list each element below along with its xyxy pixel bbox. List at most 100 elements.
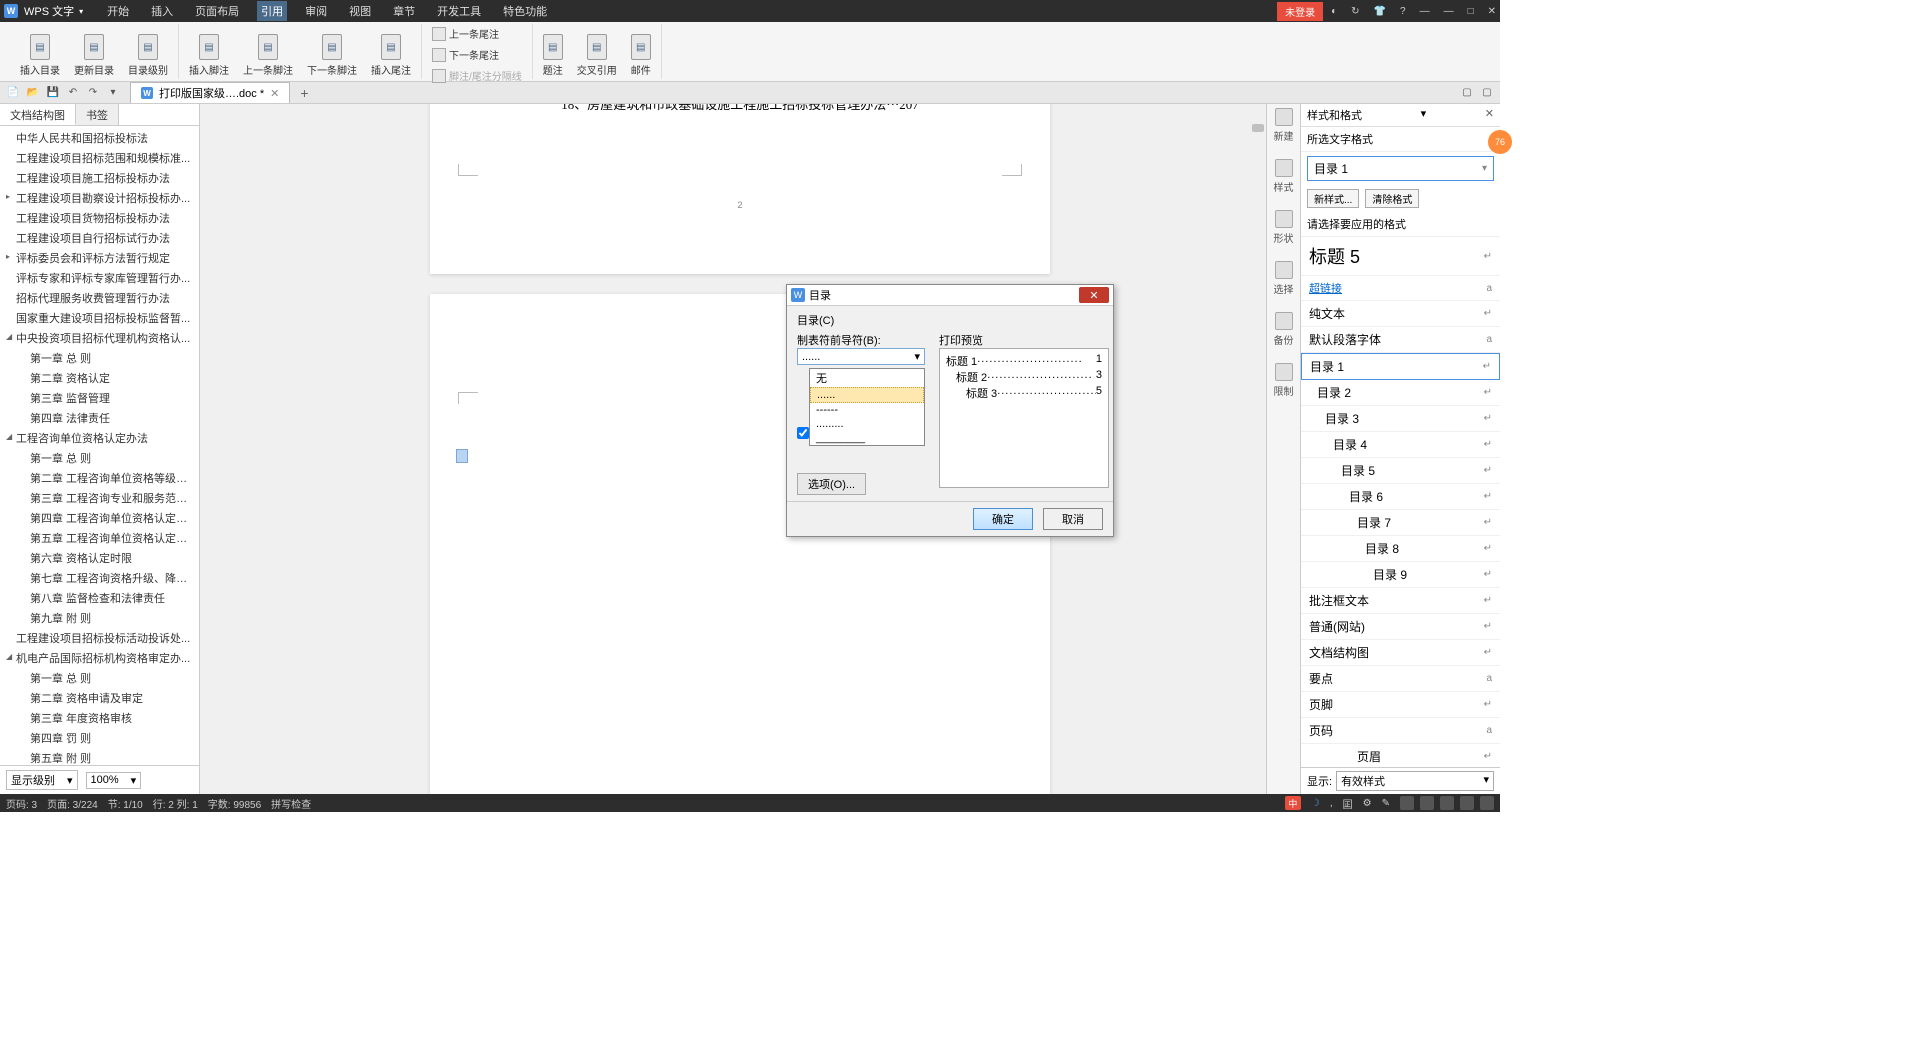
view-mode-icon[interactable] [1460, 796, 1474, 810]
outline-item[interactable]: 第七章 工程咨询资格升级、降级... [4, 568, 195, 588]
outline-item[interactable]: 第二章 资格申请及审定 [4, 688, 195, 708]
style-item[interactable]: 目录 6↵ [1301, 484, 1500, 510]
ime-icon[interactable]: 囸 [1343, 796, 1353, 811]
outline-item[interactable]: 第八章 监督检查和法律责任 [4, 588, 195, 608]
ribbon-邮件[interactable]: ▤邮件 [627, 24, 655, 79]
style-item[interactable]: 目录 3↵ [1301, 406, 1500, 432]
style-item[interactable]: 标题 5↵ [1301, 237, 1500, 276]
outline-item[interactable]: 第四章 法律责任 [4, 408, 195, 428]
outline-item[interactable]: 第四章 工程咨询单位资格认定和... [4, 508, 195, 528]
bookmark-tab[interactable]: 书签 [76, 104, 119, 125]
outline-item[interactable]: 第六章 资格认定时限 [4, 548, 195, 568]
menu-插入[interactable]: 插入 [147, 1, 177, 21]
status-item[interactable]: 拼写检查 [271, 796, 311, 811]
ribbon-插入目录[interactable]: ▤插入目录 [16, 24, 64, 79]
ime-icon[interactable]: , [1330, 798, 1333, 809]
outline-item[interactable]: 工程建设项目货物招标投标办法 [4, 208, 195, 228]
strip-选择[interactable]: 选择 [1274, 261, 1294, 296]
ribbon-目录级别[interactable]: ▤目录级别 [124, 24, 172, 79]
window-control-icon[interactable]: — [1420, 6, 1430, 17]
dialog-close-button[interactable]: ✕ [1079, 287, 1109, 303]
expand-icon[interactable]: ▸ [6, 192, 10, 201]
outline-item[interactable]: 第一章 总 则 [4, 668, 195, 688]
ime-icon[interactable]: ✎ [1382, 798, 1390, 809]
outline-item[interactable]: 第四章 罚 则 [4, 728, 195, 748]
menu-特色功能[interactable]: 特色功能 [499, 1, 551, 21]
outline-item[interactable]: 第二章 工程咨询单位资格等级标... [4, 468, 195, 488]
leader-option[interactable]: ------ [810, 403, 924, 417]
window-control-icon[interactable]: ◐ [1331, 6, 1337, 17]
expand-icon[interactable]: ◢ [6, 652, 12, 661]
style-item[interactable]: 页眉↵ [1301, 744, 1500, 767]
document-tab[interactable]: W 打印版国家级….doc * ✕ [130, 82, 290, 103]
style-item[interactable]: 目录 4↵ [1301, 432, 1500, 458]
expand-icon[interactable]: ◢ [6, 332, 12, 341]
ribbon-下一条脚注[interactable]: ▤下一条脚注 [303, 24, 361, 79]
style-item[interactable]: 超链接a [1301, 276, 1500, 301]
toolbar-icon[interactable]: 💾 [46, 86, 60, 100]
style-item[interactable]: 目录 5↵ [1301, 458, 1500, 484]
login-badge[interactable]: 未登录 [1277, 2, 1323, 21]
menu-审阅[interactable]: 审阅 [301, 1, 331, 21]
style-item[interactable]: 纯文本↵ [1301, 301, 1500, 327]
outline-item[interactable]: 工程建设项目招标范围和规模标准... [4, 148, 195, 168]
style-item[interactable]: 目录 7↵ [1301, 510, 1500, 536]
strip-形状[interactable]: 形状 [1274, 210, 1294, 245]
app-dropdown-icon[interactable]: ▾ [79, 7, 83, 16]
current-style[interactable]: 目录 1▾ [1307, 156, 1494, 181]
style-item[interactable]: 目录 2↵ [1301, 380, 1500, 406]
outline-item[interactable]: 第五章 工程咨询单位资格认定程... [4, 528, 195, 548]
style-item[interactable]: 要点a [1301, 666, 1500, 692]
outline-item[interactable]: 第三章 工程咨询专业和服务范围... [4, 488, 195, 508]
vertical-scrollbar[interactable] [1250, 104, 1266, 794]
show-level-combo[interactable]: 显示级别▾ [6, 770, 78, 790]
status-item[interactable]: 字数: 99856 [208, 796, 261, 811]
zoom-combo[interactable]: 100%▾ [86, 772, 142, 789]
styles-title-dropdown-icon[interactable]: ▾ [1421, 107, 1427, 123]
outline-item[interactable]: 中华人民共和国招标投标法 [4, 128, 195, 148]
window-control-icon[interactable]: — [1444, 6, 1454, 17]
style-item[interactable]: 目录 9↵ [1301, 562, 1500, 588]
view-mode-icon[interactable] [1480, 796, 1494, 810]
strip-备份[interactable]: 备份 [1274, 312, 1294, 347]
menu-开始[interactable]: 开始 [103, 1, 133, 21]
window-control-icon[interactable]: □ [1468, 6, 1474, 17]
leader-option[interactable]: ...... [810, 387, 924, 403]
outline-item[interactable]: 工程建设项目施工招标投标办法 [4, 168, 195, 188]
toolbar-icon[interactable]: ▢ [1480, 86, 1494, 100]
outline-item[interactable]: 第一章 总 则 [4, 448, 195, 468]
status-item[interactable]: 行: 2 列: 1 [153, 796, 198, 811]
style-item[interactable]: 默认段落字体a [1301, 327, 1500, 353]
view-mode-icon[interactable] [1440, 796, 1454, 810]
view-mode-icon[interactable] [1420, 796, 1434, 810]
outline-item[interactable]: ◢机电产品国际招标机构资格审定办... [4, 648, 195, 668]
leader-option[interactable]: 无 [810, 369, 924, 387]
style-item[interactable]: 普通(网站)↵ [1301, 614, 1500, 640]
ribbon-插入脚注[interactable]: ▤插入脚注 [185, 24, 233, 79]
outline-item[interactable]: 招标代理服务收费管理暂行办法 [4, 288, 195, 308]
outline-item[interactable]: 工程建设项目招标投标活动投诉处... [4, 628, 195, 648]
menu-开发工具[interactable]: 开发工具 [433, 1, 485, 21]
leader-option[interactable]: ________ [810, 431, 924, 445]
outline-item[interactable]: 评标专家和评标专家库管理暂行办... [4, 268, 195, 288]
leader-option[interactable]: ......... [810, 417, 924, 431]
float-badge-icon[interactable]: 76 [1488, 130, 1512, 154]
style-item[interactable]: 页码a [1301, 718, 1500, 744]
toolbar-icon[interactable]: ↶ [66, 86, 80, 100]
options-button[interactable]: 选项(O)... [797, 473, 866, 495]
outline-item[interactable]: 国家重大建设项目招标投标监督暂... [4, 308, 195, 328]
toolbar-icon[interactable]: 📄 [6, 86, 20, 100]
outline-item[interactable]: 第一章 总 则 [4, 348, 195, 368]
ribbon-交叉引用[interactable]: ▤交叉引用 [573, 24, 621, 79]
show-combo[interactable]: 有效样式▾ [1336, 771, 1494, 791]
cancel-button[interactable]: 取消 [1043, 508, 1103, 530]
outline-item[interactable]: 工程建设项目自行招标试行办法 [4, 228, 195, 248]
ime-icon[interactable]: ☽ [1311, 798, 1320, 809]
strip-新建[interactable]: 新建 [1274, 108, 1294, 143]
style-item[interactable]: 目录 1↵ [1301, 353, 1500, 380]
menu-视图[interactable]: 视图 [345, 1, 375, 21]
outline-item[interactable]: 第三章 监督管理 [4, 388, 195, 408]
outline-item[interactable]: ◢中央投资项目招标代理机构资格认... [4, 328, 195, 348]
new-style-button[interactable]: 新样式... [1307, 189, 1359, 208]
window-control-icon[interactable]: ↻ [1351, 6, 1359, 17]
